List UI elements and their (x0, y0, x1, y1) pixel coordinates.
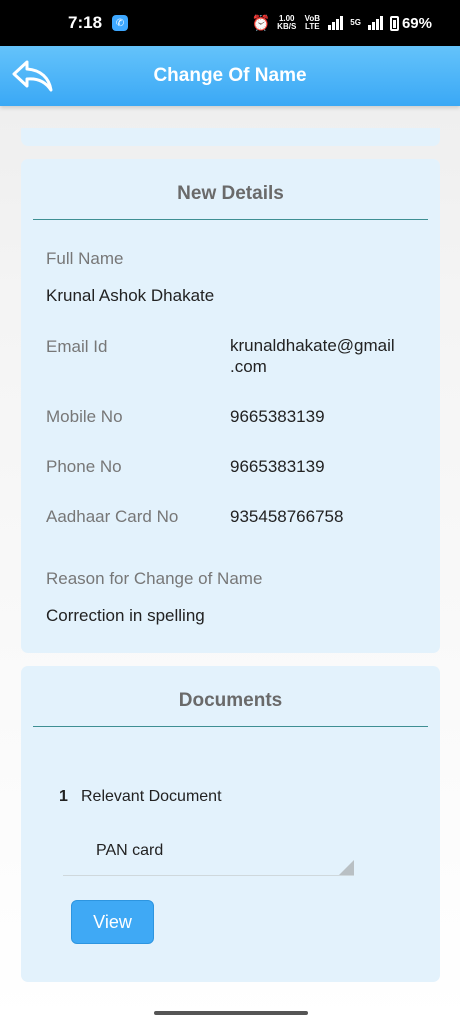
full-name-value: Krunal Ashok Dhakate (46, 286, 215, 305)
documents-card: Documents 1 Relevant Document PAN card V… (21, 666, 440, 982)
status-icons: ⏰ 1.00 KB/S VoB LTE 5G 69% (251, 14, 432, 33)
full-name-label: Full Name (46, 249, 124, 268)
document-label: Relevant Document (81, 788, 222, 805)
status-time: 7:18 (68, 13, 103, 32)
signal-icon-2 (367, 16, 383, 30)
signal-icon (328, 16, 344, 30)
back-button[interactable] (10, 56, 56, 96)
section-divider (33, 219, 428, 220)
aadhaar-value: 935458766758 (230, 507, 344, 526)
reason-label: Reason for Change of Name (46, 569, 263, 588)
app-header: Change Of Name (0, 46, 460, 106)
network-type: 5G (350, 18, 361, 27)
mobile-value: 9665383139 (230, 407, 325, 426)
email-value: krunaldhakate@gmail .com (230, 336, 395, 376)
reason-value: Correction in spelling (46, 606, 205, 625)
status-bar: 7:18 ✆ ⏰ 1.00 KB/S VoB LTE 5G 69% (0, 0, 460, 46)
documents-title: Documents (178, 690, 283, 711)
phone-label: Phone No (46, 457, 122, 476)
view-button[interactable]: View (71, 900, 154, 944)
previous-details-card (21, 128, 440, 146)
volte-indicator: VoB LTE (304, 14, 320, 31)
phone-value: 9665383139 (230, 457, 325, 476)
aadhaar-label: Aadhaar Card No (46, 507, 179, 526)
new-details-title: New Details (177, 183, 284, 204)
battery-percent: 69% (401, 14, 432, 32)
document-number: 1 (59, 788, 68, 805)
battery-icon (389, 15, 399, 31)
section-divider (33, 726, 428, 727)
network-speed: 1.00 KB/S (277, 14, 297, 31)
home-indicator[interactable] (154, 1011, 308, 1015)
phone-call-icon: ✆ (112, 15, 129, 31)
document-type-value: PAN card (96, 842, 164, 859)
dropdown-arrow-icon (339, 860, 354, 875)
back-arrow-icon (12, 60, 53, 92)
email-label: Email Id (46, 337, 108, 356)
new-details-card: New Details Full Name Krunal Ashok Dhaka… (21, 159, 440, 653)
alarm-icon: ⏰ (251, 15, 271, 32)
page-title: Change Of Name (153, 65, 307, 86)
mobile-label: Mobile No (46, 407, 123, 426)
document-type-select[interactable]: PAN card (63, 831, 354, 876)
